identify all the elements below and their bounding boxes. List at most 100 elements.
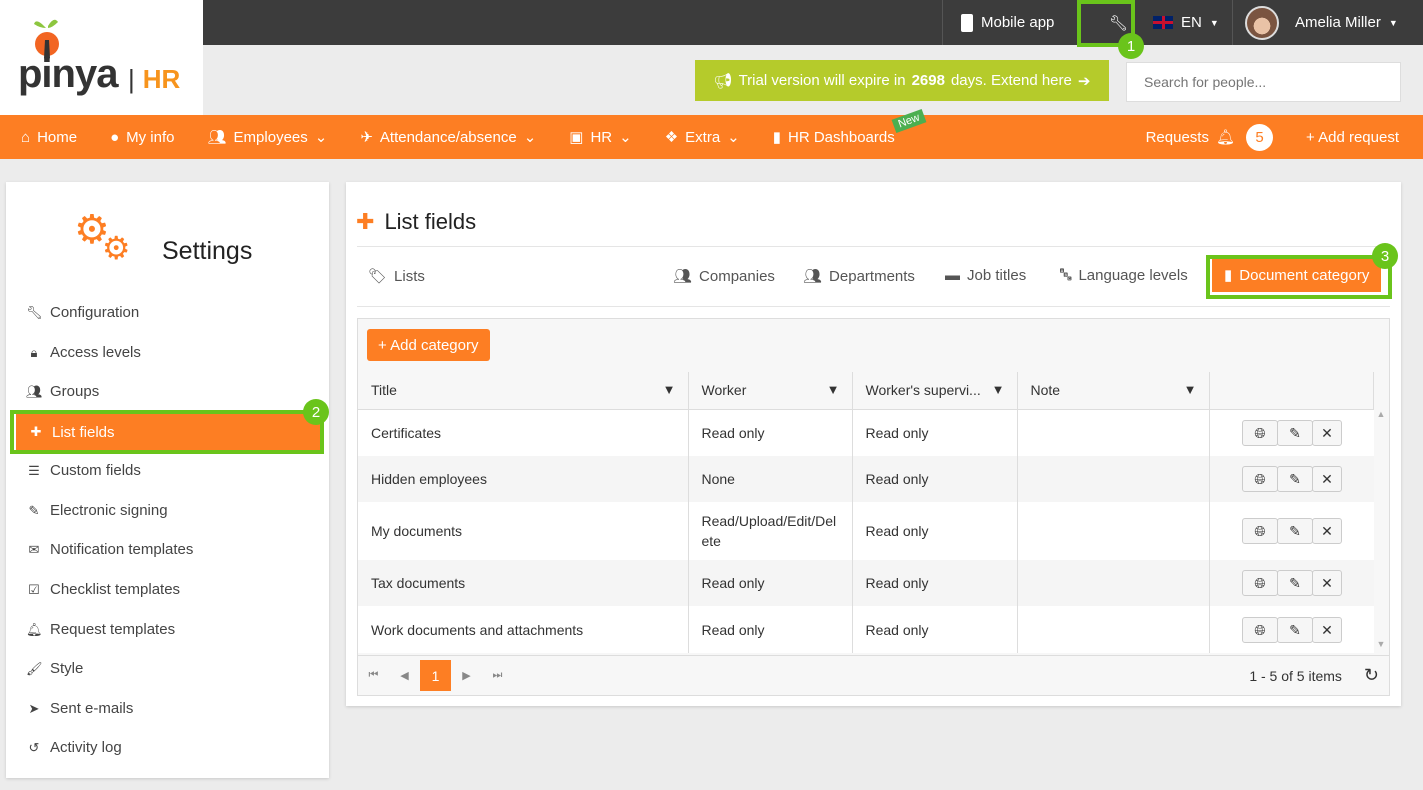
scrollbar[interactable]: ▲ ▼: [1373, 409, 1389, 652]
header-label: Worker's supervi...: [865, 382, 981, 399]
pencil-icon[interactable]: ✎: [1277, 518, 1313, 544]
tab-departments[interactable]: 👥︎ Departments: [803, 267, 915, 286]
sidebar-item-custom-fields[interactable]: ☰ Custom fields: [26, 462, 141, 479]
uk-flag-icon: [1153, 16, 1173, 29]
actions-cell: 🌐︎ ✎ ✕: [1209, 606, 1374, 653]
sidebar-item-notification-templates[interactable]: ✉ Notification templates: [26, 541, 194, 558]
close-icon[interactable]: ✕: [1312, 616, 1342, 643]
close-icon[interactable]: ✕: [1312, 518, 1342, 544]
search-input[interactable]: [1126, 62, 1401, 102]
filter-icon[interactable]: ▼: [663, 382, 676, 397]
nav-hr[interactable]: ▣ HR ⌄: [548, 128, 643, 147]
pencil-icon[interactable]: ✎: [1277, 466, 1313, 492]
mobile-app-label: Mobile app: [981, 14, 1055, 31]
file-icon: ▮: [1224, 267, 1233, 284]
nav-hr-dashboards[interactable]: ▮ HR Dashboards New: [752, 108, 927, 146]
column-header-note[interactable]: Note ▼: [1017, 372, 1210, 410]
table-row[interactable]: Tax documents Read only Read only 🌐︎ ✎ ✕: [358, 560, 1374, 606]
add-request-button[interactable]: + Add request: [1285, 129, 1423, 146]
table-row[interactable]: Certificates Read only Read only 🌐︎ ✎ ✕: [358, 409, 1374, 456]
pencil-icon[interactable]: ✎: [1277, 616, 1313, 643]
filter-icon[interactable]: ▼: [827, 382, 840, 397]
extend-link: days. Extend here: [950, 72, 1072, 89]
nav-home[interactable]: ⌂ Home: [0, 129, 89, 146]
sidebar-item-label: Electronic signing: [50, 502, 168, 519]
globe-icon[interactable]: 🌐︎: [1242, 616, 1278, 643]
pencil-icon[interactable]: ✎: [1277, 570, 1313, 596]
megaphone-icon: 📢︎: [713, 72, 733, 90]
trial-banner[interactable]: 📢︎ Trial version will expire in 2698 days. …: [695, 60, 1109, 101]
tab-job-titles[interactable]: ▬ Job titles: [945, 267, 1026, 284]
globe-icon[interactable]: 🌐︎: [1242, 419, 1278, 446]
plane-icon: ✈: [360, 129, 373, 146]
categories-table: Title ▼ Worker ▼ Worker's supervi... ▼ Note…: [358, 372, 1374, 653]
avatar: [1245, 5, 1279, 40]
tab-language-levels[interactable]: 🔤︎ Language levels: [1060, 267, 1188, 284]
first-page-icon[interactable]: ⏮: [358, 669, 389, 682]
sidebar-item-checklist-templates[interactable]: ☑ Checklist templates: [26, 581, 180, 598]
globe-icon[interactable]: 🌐︎: [1242, 466, 1278, 492]
globe-icon[interactable]: 🌐︎: [1242, 518, 1278, 544]
column-header-title[interactable]: Title ▼: [358, 372, 689, 410]
cell: Read only: [688, 409, 853, 456]
last-page-icon[interactable]: ⏭: [482, 669, 513, 682]
sidebar-item-label: Groups: [50, 383, 100, 400]
tab-label: Lists: [394, 267, 425, 285]
prev-page-icon[interactable]: ◀: [389, 669, 420, 682]
nav-employees[interactable]: 👥︎ Employees ⌄: [187, 128, 340, 147]
sidebar-item-electronic-signing[interactable]: ✎ Electronic signing: [26, 502, 168, 519]
gears-icon: ⚙⚙: [74, 208, 131, 266]
requests-link[interactable]: Requests 🔔︎ 5: [1125, 123, 1285, 151]
tab-document-category[interactable]: ▮ Document category: [1212, 258, 1382, 292]
sidebar-item-list-fields[interactable]: ✚ List fields: [16, 414, 322, 450]
filter-icon[interactable]: ▼: [992, 382, 1005, 397]
close-icon[interactable]: ✕: [1312, 570, 1342, 596]
cell: [1017, 606, 1210, 653]
refresh-icon[interactable]: ↻: [1364, 665, 1379, 686]
nav-extra[interactable]: ❖ Extra ⌄: [644, 128, 752, 147]
tab-lists[interactable]: 🏷︎ Lists: [368, 267, 425, 286]
table-row[interactable]: My documents Read/Upload/Edit/Delete Read …: [358, 502, 1374, 560]
brush-icon: 🖌︎: [26, 660, 43, 676]
nav-my-info[interactable]: ● My info: [89, 129, 186, 146]
sidebar-item-request-templates[interactable]: 🔔︎ Request templates: [26, 621, 175, 638]
table-row[interactable]: Work documents and attachments Read only R…: [358, 606, 1374, 653]
column-header-worker[interactable]: Worker ▼: [688, 372, 853, 410]
user-menu[interactable]: Amelia Miller ▼: [1232, 0, 1416, 45]
document-category-grid: + Add category Title ▼ Worker ▼ Worker's s…: [357, 318, 1390, 696]
signature-icon: ✎: [28, 502, 40, 518]
caret-down-icon: ▼: [1209, 17, 1219, 28]
logo[interactable]: pinya | HR: [0, 0, 203, 115]
cell: [1017, 456, 1210, 502]
top-bar: Mobile app 🔧︎ EN ▼ Amelia Miller ▼: [203, 0, 1423, 45]
cell: Work documents and attachments: [358, 606, 689, 653]
sidebar-item-configuration[interactable]: 🔧︎ Configuration: [26, 304, 139, 321]
close-icon[interactable]: ✕: [1312, 466, 1342, 492]
nav-label: Employees: [233, 128, 308, 146]
nav-label: My info: [126, 128, 175, 146]
column-header-supervisor[interactable]: Worker's supervi... ▼: [852, 372, 1018, 410]
sidebar-item-style[interactable]: 🖌︎ Style: [26, 660, 83, 677]
bell-icon: 🔔︎: [1215, 129, 1235, 146]
add-category-button[interactable]: + Add category: [367, 329, 490, 361]
settings-sidebar: ⚙⚙ Settings 🔧︎ Configuration 🔒︎ Access lev…: [6, 182, 329, 778]
card-icon: ▬: [945, 267, 960, 284]
sidebar-item-groups[interactable]: 👥︎ Groups: [26, 383, 99, 400]
mobile-app-link[interactable]: Mobile app: [942, 0, 1072, 45]
sidebar-item-access-levels[interactable]: 🔒︎ Access levels: [26, 344, 141, 361]
page-1-button[interactable]: 1: [420, 660, 451, 691]
sidebar-item-activity-log[interactable]: ↺ Activity log: [26, 739, 122, 756]
pencil-icon[interactable]: ✎: [1277, 419, 1313, 446]
next-page-icon[interactable]: ▶: [451, 669, 482, 682]
chevron-down-icon: ⌄: [314, 129, 328, 146]
nav-attendance[interactable]: ✈ Attendance/absence ⌄: [339, 128, 548, 147]
annotation-badge: 1: [1118, 33, 1144, 59]
language-dropdown[interactable]: EN ▼: [1134, 0, 1237, 45]
tab-companies[interactable]: 👥︎ Companies: [673, 267, 775, 286]
table-row[interactable]: Hidden employees None Read only 🌐︎ ✎ ✕: [358, 456, 1374, 502]
actions-cell: 🌐︎ ✎ ✕: [1209, 502, 1374, 560]
close-icon[interactable]: ✕: [1312, 419, 1342, 446]
filter-icon[interactable]: ▼: [1184, 382, 1197, 397]
sidebar-item-sent-emails[interactable]: ➤ Sent e-mails: [26, 700, 134, 717]
globe-icon[interactable]: 🌐︎: [1242, 570, 1278, 596]
